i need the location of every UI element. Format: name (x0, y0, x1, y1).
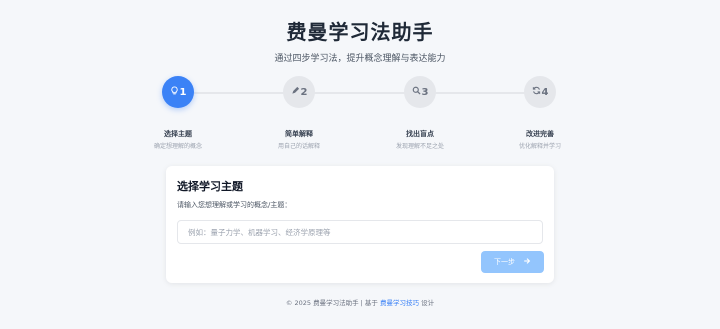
next-step-label: 下一步 (494, 258, 515, 266)
next-step-button[interactable]: 下一步 (481, 251, 544, 273)
step-number: 1 (179, 86, 187, 98)
step-desc: 用自己的话解释 (277, 143, 320, 150)
step-circle-1[interactable]: 1 (162, 76, 194, 108)
card-title: 选择学习主题 (177, 180, 243, 193)
lightbulb-icon (170, 86, 179, 98)
app-subtitle: 通过四步学习法，提升概念理解与表达能力 (274, 54, 446, 64)
step-label: 找出盲点 (406, 130, 434, 138)
step-number: 2 (300, 86, 308, 98)
step-find-gaps[interactable]: 3 找出盲点 发现理解不足之处 (360, 76, 480, 150)
app-title: 费曼学习法助手 (286, 20, 434, 44)
step-label: 简单解释 (285, 130, 313, 138)
step-label: 改进完善 (526, 130, 554, 138)
topic-prompt-label: 请输入您想理解或学习的概念/主题： (177, 201, 292, 209)
search-icon (412, 86, 421, 98)
footer: © 2025 费曼学习法助手 | 基于 费曼学习技巧 设计 (0, 297, 720, 307)
footer-link[interactable]: 费曼学习技巧 (380, 299, 419, 307)
step-simple-explain[interactable]: 2 简单解释 用自己的话解释 (239, 76, 359, 150)
arrow-right-icon (523, 257, 531, 267)
step-number: 4 (541, 86, 549, 98)
topic-card: 选择学习主题 请输入您想理解或学习的概念/主题： 下一步 (166, 166, 554, 283)
step-circle-4[interactable]: 4 (524, 76, 556, 108)
step-choose-topic[interactable]: 1 选择主题 确定想理解的概念 (118, 76, 238, 150)
step-refine[interactable]: 4 改进完善 优化解释并学习 (480, 76, 600, 150)
step-desc: 发现理解不足之处 (395, 143, 444, 150)
step-number: 3 (421, 86, 429, 98)
topic-input[interactable] (177, 220, 543, 244)
refresh-icon (532, 86, 541, 98)
step-desc: 优化解释并学习 (518, 143, 561, 150)
pencil-icon (291, 86, 300, 98)
footer-prefix: © 2025 费曼学习法助手 | 基于 (285, 299, 378, 307)
step-circle-2[interactable]: 2 (283, 76, 315, 108)
footer-suffix: 设计 (421, 299, 435, 307)
step-label: 选择主题 (164, 130, 192, 138)
step-desc: 确定想理解的概念 (153, 143, 202, 150)
step-circle-3[interactable]: 3 (404, 76, 436, 108)
